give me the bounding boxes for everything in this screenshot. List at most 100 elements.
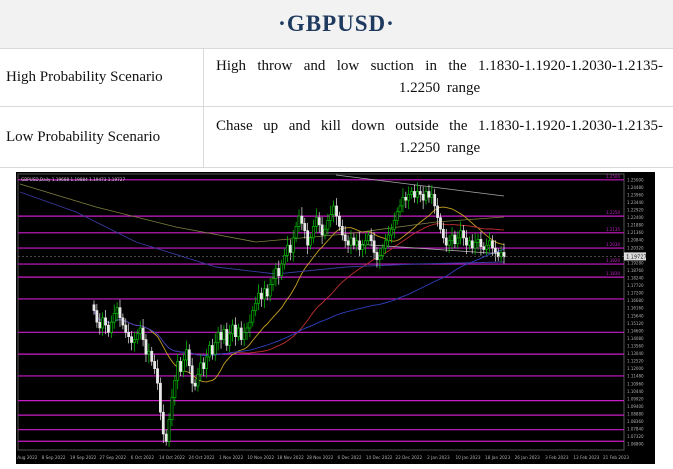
date-tick-label: 30 Aug 2022 bbox=[16, 455, 38, 460]
price-tick-label: 1.13040 bbox=[627, 351, 644, 356]
date-tick-label: 6 Oct 2022 bbox=[131, 455, 155, 460]
candle-body bbox=[116, 308, 118, 314]
candle-body bbox=[318, 218, 320, 225]
candle-body bbox=[234, 325, 236, 337]
candle-body bbox=[223, 329, 225, 339]
candle-body bbox=[359, 241, 361, 250]
candle-body bbox=[327, 220, 329, 229]
candle-body bbox=[330, 215, 332, 221]
price-tick-label: 1.19280 bbox=[627, 260, 644, 265]
candle-body bbox=[411, 191, 413, 194]
candle-body bbox=[364, 241, 366, 245]
date-tick-label: 22 Dec 2022 bbox=[395, 455, 422, 460]
candle-body bbox=[263, 289, 265, 299]
ma-100-line bbox=[94, 249, 504, 355]
price-tick-label: 1.22400 bbox=[627, 215, 644, 220]
candle-body bbox=[229, 334, 231, 346]
candle-body bbox=[333, 206, 335, 215]
candle-body bbox=[451, 235, 453, 241]
candle-body bbox=[99, 322, 101, 328]
date-tick-label: 27 Sep 2022 bbox=[100, 455, 127, 460]
date-tick-label: 26 Jan 2023 bbox=[515, 455, 540, 460]
candle-body bbox=[483, 247, 485, 250]
candle-body bbox=[347, 241, 349, 245]
price-tick-label: 1.18240 bbox=[627, 276, 644, 281]
candle-body bbox=[350, 238, 352, 245]
candle-body bbox=[182, 360, 184, 372]
price-tick-label: 1.10440 bbox=[627, 389, 644, 394]
candle-body bbox=[460, 231, 462, 238]
candle-body bbox=[376, 252, 378, 259]
candle-body bbox=[367, 235, 369, 241]
candle-body bbox=[211, 345, 213, 354]
price-tick-label: 1.08360 bbox=[627, 419, 644, 424]
candle-body bbox=[159, 383, 161, 412]
level-label: 1.2030 bbox=[606, 242, 620, 247]
candle-body bbox=[96, 311, 98, 323]
candle-body bbox=[130, 337, 132, 343]
candle-body bbox=[107, 325, 109, 332]
candle-body bbox=[151, 351, 153, 361]
candle-body bbox=[102, 318, 104, 328]
price-tick-label: 1.14080 bbox=[627, 336, 644, 341]
date-tick-label: 6 Dec 2022 bbox=[338, 455, 362, 460]
candle-body bbox=[177, 361, 179, 380]
candle-body bbox=[356, 241, 358, 245]
candle-body bbox=[385, 241, 387, 248]
price-tick-label: 1.14600 bbox=[627, 328, 644, 333]
candle-body bbox=[324, 229, 326, 235]
candle-body bbox=[200, 363, 202, 375]
price-tick-label: 1.15640 bbox=[627, 313, 644, 318]
date-tick-label: 10 Jan 2023 bbox=[455, 455, 480, 460]
candle-body bbox=[416, 191, 418, 197]
ma-50-line bbox=[94, 224, 504, 356]
candle-body bbox=[145, 340, 147, 355]
candle-body bbox=[379, 255, 381, 259]
candle-body bbox=[168, 419, 170, 441]
price-tick-label: 1.12000 bbox=[627, 366, 644, 371]
table-row: High Probability Scenario High throw and… bbox=[0, 48, 673, 107]
date-tick-label: 28 Nov 2022 bbox=[307, 455, 334, 460]
candle-body bbox=[133, 340, 135, 343]
candle-body bbox=[148, 351, 150, 354]
candle-body bbox=[139, 328, 141, 334]
price-tick-label: 1.23960 bbox=[627, 192, 644, 197]
candle-body bbox=[312, 226, 314, 238]
date-tick-label: 24 Oct 2022 bbox=[189, 455, 215, 460]
date-tick-label: 1 Nov 2022 bbox=[219, 455, 243, 460]
level-label: 1.2500 bbox=[606, 174, 620, 179]
candle-body bbox=[286, 245, 288, 255]
level-label: 1.1920 bbox=[606, 258, 620, 263]
price-tick-label: 1.20840 bbox=[627, 238, 644, 243]
candle-body bbox=[188, 350, 190, 366]
date-tick-label: 19 Sep 2022 bbox=[70, 455, 97, 460]
symbol-label: GBPUSD,Daily 1.19688 1.19884 1.19473 1.1… bbox=[21, 177, 125, 182]
price-tick-label: 1.21880 bbox=[627, 223, 644, 228]
page-title: ·GBPUSD· bbox=[278, 11, 395, 37]
candle-body bbox=[174, 380, 176, 397]
candle-body bbox=[445, 238, 447, 245]
candle-body bbox=[307, 231, 309, 246]
candle-body bbox=[491, 241, 493, 248]
candle-body bbox=[422, 194, 424, 200]
candle-body bbox=[338, 216, 340, 226]
candle-body bbox=[257, 293, 259, 303]
candle-body bbox=[436, 206, 438, 218]
candle-body bbox=[214, 343, 216, 355]
price-tick-label: 1.18760 bbox=[627, 268, 644, 273]
candle-body bbox=[304, 223, 306, 230]
candle-body bbox=[206, 357, 208, 369]
candle-body bbox=[171, 398, 173, 420]
candle-body bbox=[194, 383, 196, 386]
candle-body bbox=[373, 241, 375, 253]
candle-body bbox=[370, 235, 372, 241]
candle-body bbox=[402, 197, 404, 206]
candle-body bbox=[471, 241, 473, 248]
candle-body bbox=[156, 369, 158, 384]
price-tick-label: 1.17200 bbox=[627, 291, 644, 296]
candle-body bbox=[119, 308, 121, 318]
price-tick-label: 1.07320 bbox=[627, 434, 644, 439]
price-tick-label: 1.20320 bbox=[627, 245, 644, 250]
date-tick-label: 18 Jan 2023 bbox=[485, 455, 510, 460]
date-tick-label: 2 Jan 2023 bbox=[427, 455, 450, 460]
